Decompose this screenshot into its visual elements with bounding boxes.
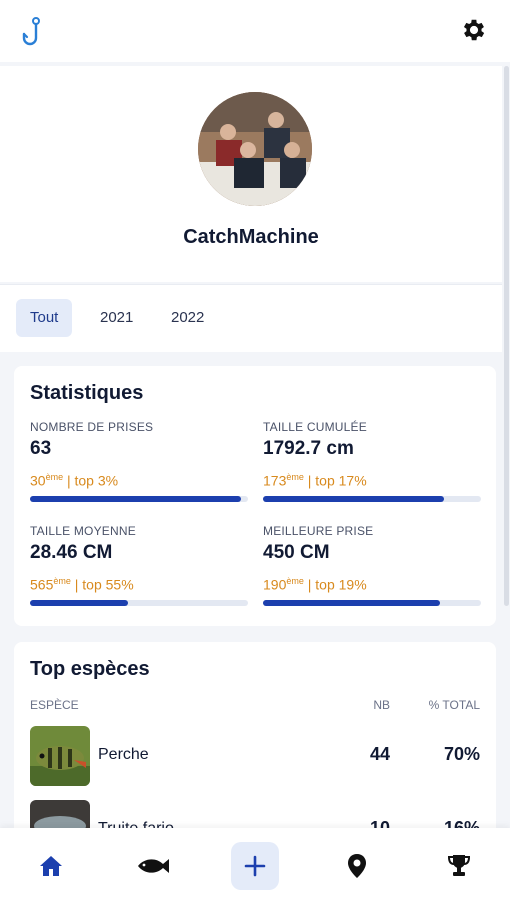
scrollbar[interactable] — [504, 66, 509, 606]
progress-bar — [263, 600, 481, 606]
trophy-icon — [447, 855, 471, 876]
stat-value: 450 CM — [263, 542, 330, 563]
bottom-navigation — [0, 828, 510, 900]
perch-image — [30, 726, 90, 786]
home-icon — [40, 856, 62, 876]
nav-map[interactable] — [333, 842, 381, 890]
map-pin-icon — [348, 854, 366, 878]
gear-icon[interactable] — [460, 16, 488, 44]
nav-home[interactable] — [27, 842, 75, 890]
fish-icon — [138, 859, 169, 873]
stat-rank: 190ème | top 19% — [263, 576, 367, 593]
stat-label: TAILLE CUMULÉE — [263, 420, 367, 434]
species-count: 44 — [369, 744, 390, 764]
stat-best-catch: MEILLEURE PRISE 450 CM 190ème | top 19% — [263, 524, 481, 606]
stat-rank: 173ème | top 17% — [263, 472, 367, 489]
column-header-nb: NB — [373, 698, 390, 712]
tab-2022[interactable]: 2022 — [157, 299, 218, 337]
avatar[interactable] — [198, 92, 312, 206]
stat-average-size: TAILLE MOYENNE 28.46 CM 565ème | top 55% — [30, 524, 248, 606]
statistics-card: Statistiques NOMBRE DE PRISES 63 30ème |… — [14, 366, 496, 626]
top-species-title: Top espèces — [30, 658, 150, 680]
stat-label: MEILLEURE PRISE — [263, 524, 374, 538]
column-header-percent: % TOTAL — [428, 698, 480, 712]
profile-section: CatchMachine — [0, 66, 502, 282]
progress-bar — [30, 600, 248, 606]
year-tabs: Tout 2021 2022 — [0, 284, 502, 352]
stat-rank: 565ème | top 55% — [30, 576, 134, 593]
stat-value: 63 — [30, 438, 52, 459]
nav-add[interactable] — [231, 842, 279, 890]
species-row[interactable]: Perche 44 70% — [14, 726, 496, 790]
plus-icon — [244, 855, 266, 877]
stat-catch-count: NOMBRE DE PRISES 63 30ème | top 3% — [30, 420, 248, 502]
species-percent: 70% — [443, 744, 480, 764]
nav-leaderboard[interactable] — [435, 842, 483, 890]
stat-total-size: TAILLE CUMULÉE 1792.7 cm 173ème | top 17… — [263, 420, 481, 502]
progress-bar — [263, 496, 481, 502]
tab-all[interactable]: Tout — [16, 299, 73, 337]
stat-label: NOMBRE DE PRISES — [30, 420, 154, 434]
column-header-species: ESPÈCE — [30, 698, 79, 712]
username: CatchMachine — [183, 226, 319, 248]
nav-catches[interactable] — [129, 842, 177, 890]
top-species-card: Top espèces ESPÈCE NB % TOTAL Perche 44 … — [14, 642, 496, 860]
stat-label: TAILLE MOYENNE — [30, 524, 136, 538]
statistics-title: Statistiques — [30, 382, 144, 404]
species-name: Perche — [98, 746, 149, 763]
fishing-hook-icon[interactable] — [22, 16, 46, 48]
top-bar — [0, 0, 510, 62]
stat-value: 28.46 CM — [30, 542, 113, 563]
stat-value: 1792.7 cm — [263, 438, 354, 459]
tab-2021[interactable]: 2021 — [86, 299, 147, 337]
stat-rank: 30ème | top 3% — [30, 472, 119, 489]
progress-bar — [30, 496, 248, 502]
